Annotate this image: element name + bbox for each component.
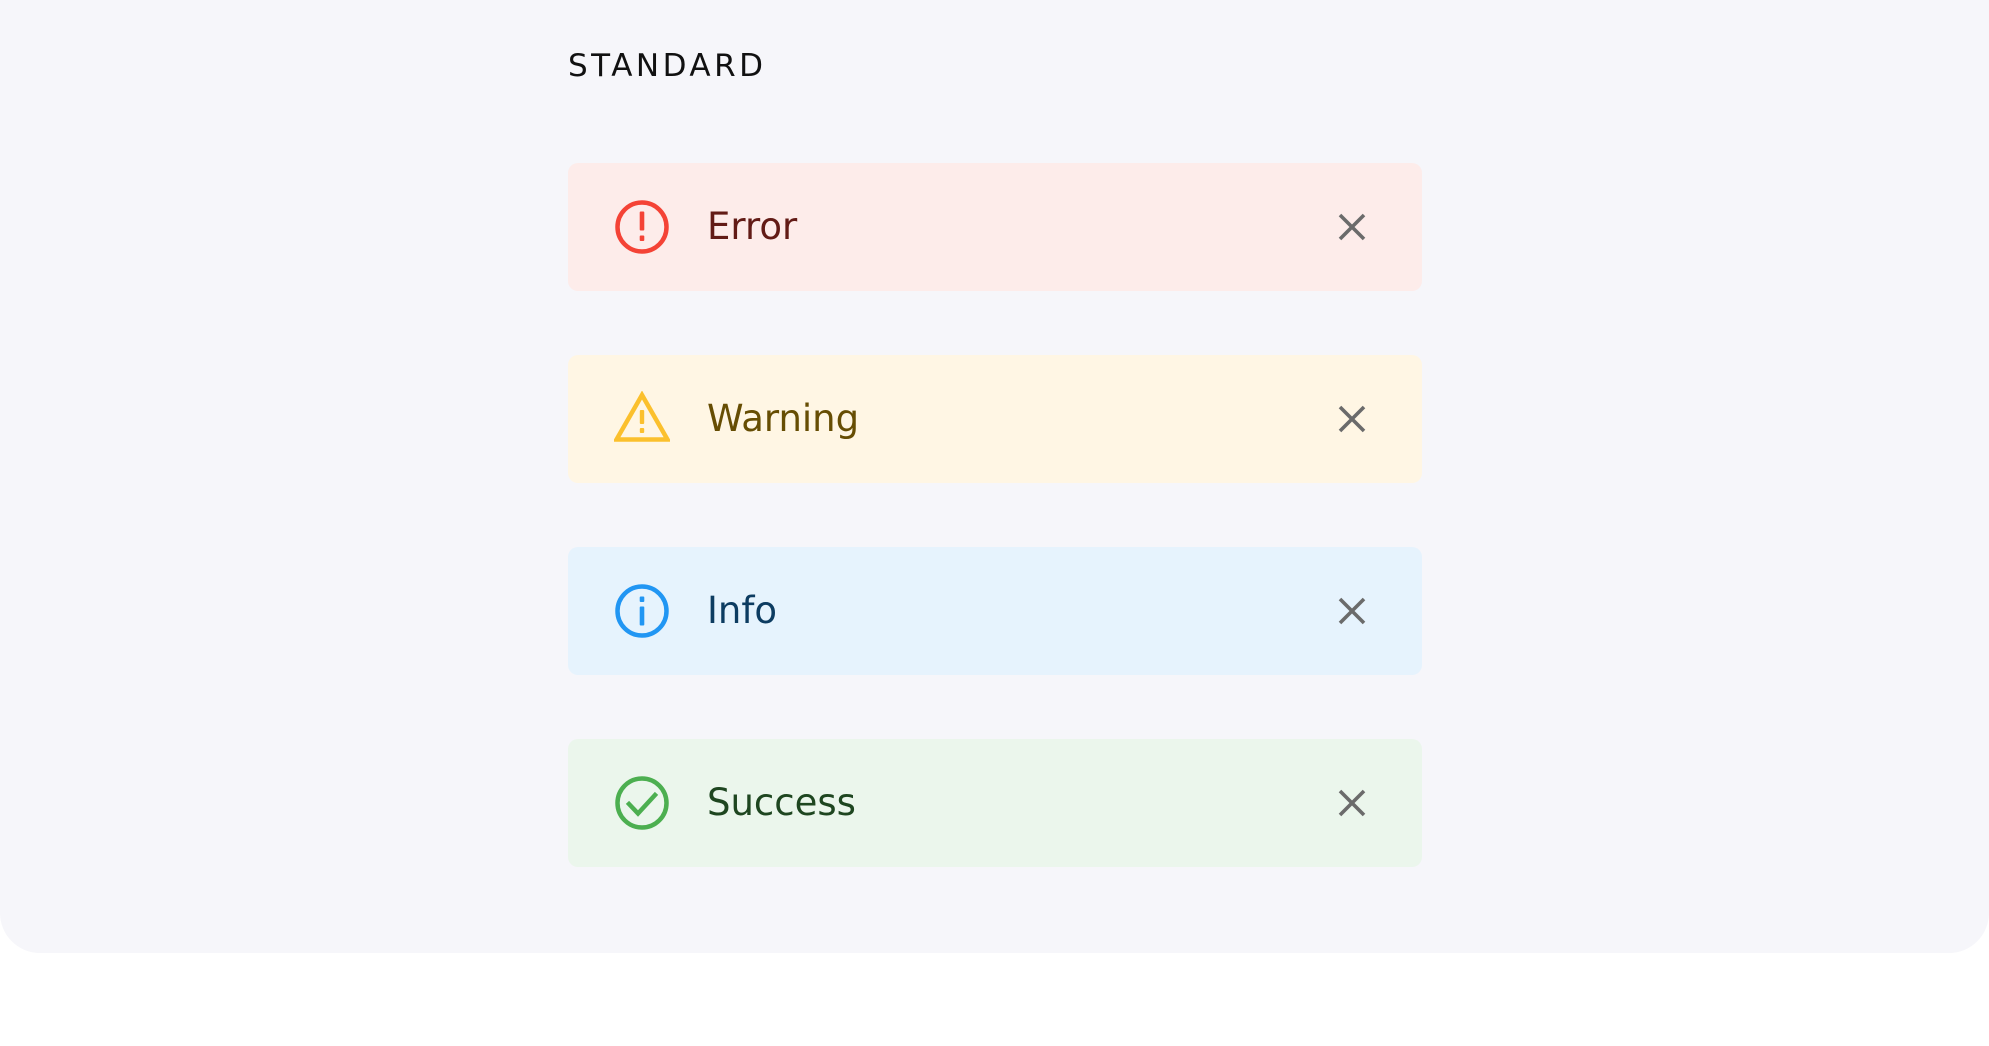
alert-label: Warning (707, 397, 860, 440)
close-button[interactable] (1332, 399, 1372, 439)
alert-info: Info (568, 547, 1422, 675)
alert-label: Success (707, 781, 856, 824)
error-circle-icon (614, 199, 670, 255)
close-icon (1338, 213, 1366, 241)
alert-label: Error (707, 205, 798, 248)
alert-error: Error (568, 163, 1422, 291)
close-icon (1338, 597, 1366, 625)
info-circle-icon (614, 583, 670, 639)
close-button[interactable] (1332, 783, 1372, 823)
check-circle-icon (614, 775, 670, 831)
warning-triangle-icon (614, 391, 670, 447)
close-button[interactable] (1332, 207, 1372, 247)
alert-warning: Warning (568, 355, 1422, 483)
close-button[interactable] (1332, 591, 1372, 631)
close-icon (1338, 789, 1366, 817)
alert-success: Success (568, 739, 1422, 867)
close-icon (1338, 405, 1366, 433)
section-title: STANDARD (568, 48, 767, 84)
alerts-panel: STANDARD Error Warning Info Success (0, 0, 1989, 953)
alert-label: Info (707, 589, 778, 632)
